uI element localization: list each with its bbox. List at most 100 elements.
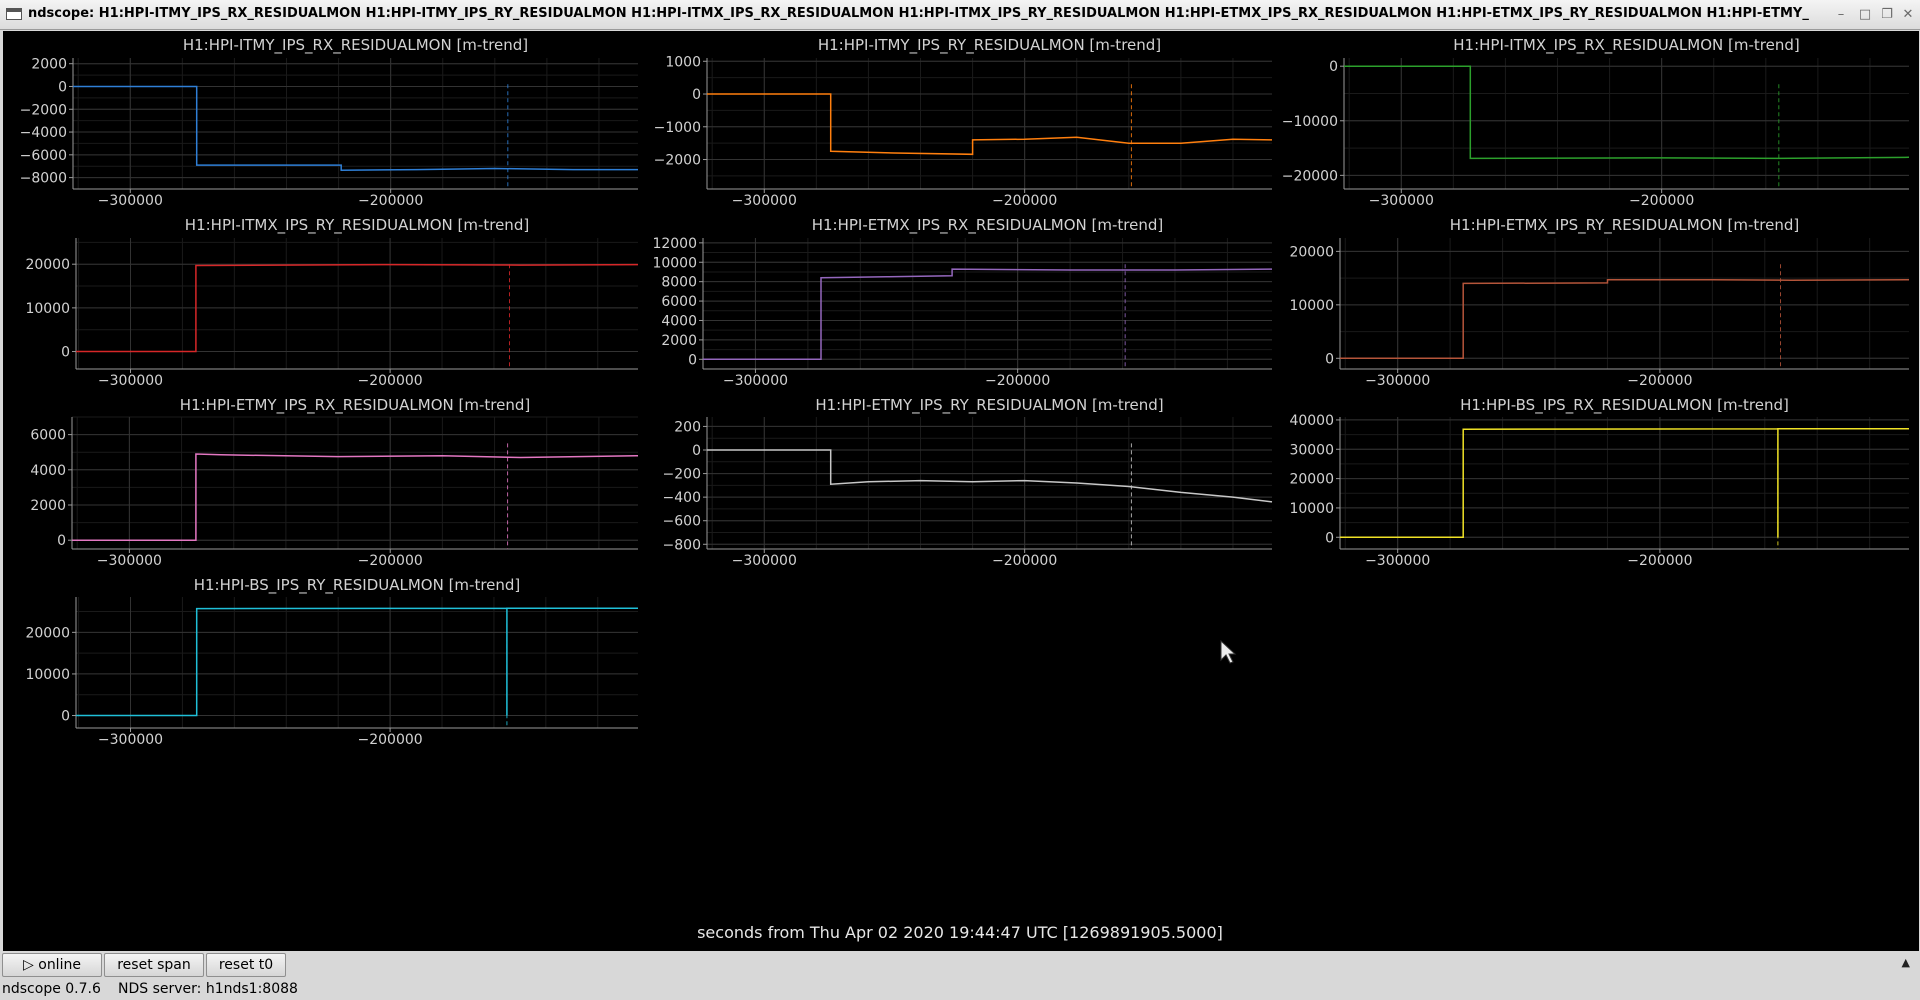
x-tick-label: −200000	[358, 553, 423, 569]
plot-title: H1:HPI-ITMY_IPS_RX_RESIDUALMON [m-trend]	[183, 36, 528, 55]
plot-title: H1:HPI-ETMY_IPS_RY_RESIDUALMON [m-trend]	[815, 396, 1163, 415]
data-trace[interactable]	[1340, 278, 1910, 360]
y-tick-label: −10000	[1282, 114, 1338, 130]
x-tick-label: −200000	[1627, 373, 1692, 389]
y-tick-label: 6000	[30, 428, 66, 444]
plot-panel[interactable]: H1:HPI-ETMX_IPS_RY_RESIDUALMON [m-trend]…	[1289, 216, 1910, 389]
data-trace[interactable]	[73, 85, 638, 171]
data-trace[interactable]	[703, 268, 1273, 361]
x-tick-label: −300000	[732, 193, 797, 209]
y-tick-label: 10000	[1289, 501, 1334, 517]
x-tick-label: −300000	[98, 373, 163, 389]
y-tick-label: −4000	[20, 125, 67, 141]
x-tick-label: −200000	[1629, 193, 1694, 209]
y-tick-label: −2000	[20, 102, 67, 118]
y-tick-label: 1000	[665, 54, 701, 70]
x-tick-label: −300000	[98, 732, 163, 748]
y-tick-label: 12000	[652, 236, 697, 252]
plot-panel[interactable]: H1:HPI-ETMY_IPS_RY_RESIDUALMON [m-trend]…	[663, 396, 1273, 569]
y-tick-label: 20000	[25, 625, 70, 641]
data-trace[interactable]	[707, 93, 1273, 156]
plot-title: H1:HPI-ITMX_IPS_RY_RESIDUALMON [m-trend]	[185, 216, 529, 235]
y-tick-label: 10000	[1289, 298, 1334, 314]
y-tick-label: 0	[1325, 530, 1334, 546]
maximize-icon[interactable]: □	[1856, 6, 1874, 24]
y-tick-label: 0	[58, 79, 67, 95]
y-tick-label: −800	[663, 537, 701, 553]
y-tick-label: −2000	[654, 153, 701, 169]
x-tick-label: −300000	[1365, 373, 1430, 389]
reset-t0-button[interactable]: reset t0	[206, 953, 286, 977]
plot-title: H1:HPI-ITMY_IPS_RY_RESIDUALMON [m-trend]	[818, 36, 1161, 55]
x-tick-label: −200000	[992, 193, 1057, 209]
plot-panel[interactable]: H1:HPI-ETMY_IPS_RX_RESIDUALMON [m-trend]…	[30, 396, 639, 569]
x-tick-label: −200000	[985, 373, 1050, 389]
y-tick-label: −8000	[20, 171, 67, 187]
data-trace[interactable]	[76, 607, 638, 717]
y-tick-label: 4000	[661, 313, 697, 329]
y-tick-label: 2000	[31, 57, 67, 73]
y-tick-label: 10000	[25, 667, 70, 683]
plot-panel[interactable]: H1:HPI-ITMY_IPS_RX_RESIDUALMON [m-trend]…	[20, 36, 638, 209]
x-tick-label: −300000	[732, 553, 797, 569]
plot-panel[interactable]: H1:HPI-BS_IPS_RX_RESIDUALMON [m-trend] 40…	[1289, 396, 1909, 569]
y-tick-label: 0	[1325, 351, 1334, 367]
y-tick-label: 200	[674, 419, 701, 435]
plot-area[interactable]: seconds from Thu Apr 02 2020 19:44:47 UT…	[3, 31, 1919, 951]
plot-title: H1:HPI-ETMX_IPS_RY_RESIDUALMON [m-trend]	[1450, 216, 1799, 235]
x-tick-label: −300000	[723, 373, 788, 389]
x-tick-label: −200000	[358, 732, 423, 748]
y-tick-label: 0	[57, 533, 66, 549]
y-tick-label: −200	[663, 467, 701, 483]
status-bar: ndscope 0.7.6 NDS server: h1nds1:8088	[0, 980, 1920, 1000]
data-trace[interactable]	[1340, 427, 1909, 539]
y-tick-label: −1000	[654, 120, 701, 136]
plot-panel[interactable]: H1:HPI-ITMX_IPS_RY_RESIDUALMON [m-trend]…	[25, 216, 639, 389]
minimize-icon[interactable]: –	[1832, 6, 1850, 24]
restore-icon[interactable]: ❐	[1878, 6, 1896, 24]
window-title: ndscope: H1:HPI-ITMY_IPS_RX_RESIDUALMON …	[28, 6, 1809, 21]
y-tick-label: 20000	[25, 257, 70, 273]
plot-title: H1:HPI-ETMY_IPS_RX_RESIDUALMON [m-trend]	[180, 396, 530, 415]
plot-panel[interactable]: H1:HPI-ETMX_IPS_RX_RESIDUALMON [m-trend]…	[652, 216, 1273, 389]
close-icon[interactable]: ✕	[1899, 6, 1917, 24]
plot-grid[interactable]: seconds from Thu Apr 02 2020 19:44:47 UT…	[3, 31, 1919, 951]
y-tick-label: 0	[688, 352, 697, 368]
y-tick-label: −6000	[20, 148, 67, 164]
online-button[interactable]: ▷ online	[2, 953, 102, 977]
plot-panel[interactable]: H1:HPI-ITMX_IPS_RX_RESIDUALMON [m-trend]…	[1282, 36, 1910, 209]
data-trace[interactable]	[1344, 65, 1910, 160]
window-icon[interactable]	[6, 8, 22, 20]
x-tick-label: −200000	[992, 553, 1057, 569]
plot-panel[interactable]: H1:HPI-ITMY_IPS_RY_RESIDUALMON [m-trend]…	[654, 36, 1273, 209]
x-tick-label: −300000	[98, 193, 163, 209]
y-tick-label: 2000	[30, 498, 66, 514]
y-tick-label: 20000	[1289, 244, 1334, 260]
y-tick-label: 0	[61, 709, 70, 725]
collapse-arrow-icon[interactable]: ▲	[1902, 956, 1910, 969]
data-trace[interactable]	[707, 449, 1273, 503]
mouse-pointer-icon	[1220, 639, 1237, 664]
y-tick-label: 0	[692, 443, 701, 459]
x-tick-label: −300000	[1365, 553, 1430, 569]
y-tick-label: 0	[61, 345, 70, 361]
x-tick-label: −300000	[97, 553, 162, 569]
plot-title: H1:HPI-BS_IPS_RX_RESIDUALMON [m-trend]	[1460, 396, 1789, 415]
x-tick-label: −200000	[1627, 553, 1692, 569]
y-tick-label: 2000	[661, 333, 697, 349]
reset-span-button[interactable]: reset span	[104, 953, 204, 977]
y-tick-label: 4000	[30, 463, 66, 479]
plot-panel[interactable]: H1:HPI-BS_IPS_RY_RESIDUALMON [m-trend] 20…	[25, 576, 638, 748]
x-tick-label: −300000	[1369, 193, 1434, 209]
x-tick-label: −200000	[358, 193, 423, 209]
y-tick-label: 20000	[1289, 472, 1334, 488]
plot-title: H1:HPI-ETMX_IPS_RX_RESIDUALMON [m-trend]	[812, 216, 1164, 235]
plot-title: H1:HPI-ITMX_IPS_RX_RESIDUALMON [m-trend]	[1453, 36, 1799, 55]
data-trace[interactable]	[72, 453, 639, 541]
y-tick-label: 8000	[661, 275, 697, 291]
y-tick-label: 6000	[661, 294, 697, 310]
y-tick-label: −600	[663, 514, 701, 530]
toolbar: ▷ online reset span reset t0 ▲	[0, 952, 1920, 978]
y-tick-label: 10000	[25, 301, 70, 317]
y-tick-label: 30000	[1289, 442, 1334, 458]
